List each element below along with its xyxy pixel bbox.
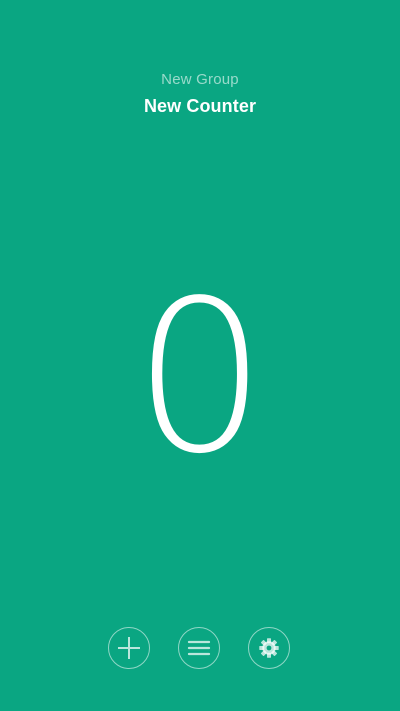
bottom-toolbar <box>0 627 400 671</box>
counter-name-label[interactable]: New Counter <box>0 95 400 117</box>
gear-icon <box>259 638 279 658</box>
group-name-label[interactable]: New Group <box>0 71 400 89</box>
settings-button[interactable] <box>248 627 290 669</box>
menu-button[interactable] <box>178 627 220 669</box>
counter-screen: New Group New Counter 0 <box>0 0 400 711</box>
counter-value[interactable]: 0 <box>0 273 400 483</box>
menu-icon <box>187 640 211 656</box>
plus-icon <box>118 637 140 659</box>
add-counter-button[interactable] <box>108 627 150 669</box>
